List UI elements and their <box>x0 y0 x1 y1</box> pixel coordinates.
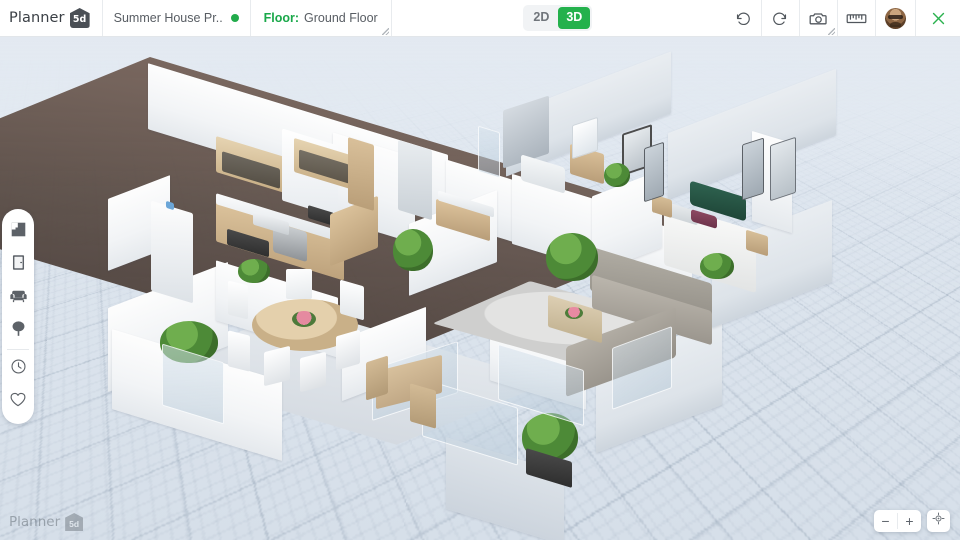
doorway-frame[interactable] <box>348 137 374 211</box>
sidebar-item-rooms[interactable] <box>2 215 34 248</box>
floor-selector[interactable]: Floor: Ground Floor <box>251 0 392 36</box>
hallway-door[interactable] <box>398 139 432 221</box>
dining-chair[interactable] <box>264 345 290 387</box>
view-mode-2d-button[interactable]: 2D <box>525 7 557 29</box>
view-mode-toggle: 2D 3D <box>521 0 594 36</box>
brand-logo[interactable]: Planner 5d <box>0 0 103 36</box>
undo-button[interactable] <box>724 0 763 36</box>
planner5d-app: Planner 5d Summer House Pr... Floor: Gro… <box>0 0 960 540</box>
kitchen-plant[interactable] <box>238 259 270 283</box>
app-header: Planner 5d Summer House Pr... Floor: Gro… <box>0 0 960 37</box>
redo-button[interactable] <box>762 0 801 36</box>
dining-chair[interactable] <box>340 279 364 321</box>
header-spacer-right <box>594 0 724 36</box>
dining-chair[interactable] <box>300 351 326 393</box>
brand-house-badge-icon: 5d <box>69 8 90 28</box>
bathroom-plant[interactable] <box>604 163 630 187</box>
dining-chair[interactable] <box>228 330 250 372</box>
balcony-chair-right[interactable] <box>410 383 436 429</box>
shower-glass-panel[interactable] <box>478 125 500 179</box>
account-button[interactable] <box>876 0 917 36</box>
avatar <box>885 7 907 29</box>
floorplan-model <box>0 37 960 540</box>
recenter-button[interactable] <box>927 510 950 532</box>
balcony-chair-left[interactable] <box>366 355 388 401</box>
close-icon <box>930 10 947 27</box>
watermark-house-badge-icon: 5d <box>65 513 84 531</box>
sidebar-item-furniture[interactable] <box>2 281 34 314</box>
living-room-plant[interactable] <box>546 233 598 281</box>
undo-icon <box>734 10 751 27</box>
sidebar-item-recent[interactable] <box>2 352 34 385</box>
brand-badge-label: 5d <box>72 13 87 25</box>
view-mode-3d-button[interactable]: 3D <box>558 7 591 29</box>
mirror-right[interactable] <box>742 137 764 201</box>
dining-chair[interactable] <box>286 269 312 299</box>
heart-icon <box>9 391 27 413</box>
mirror-left[interactable] <box>644 141 664 203</box>
zoom-controls: − + <box>874 510 950 532</box>
brand-name: Planner <box>9 10 65 26</box>
scene-viewport-3d[interactable]: − + Planner 5d <box>0 37 960 540</box>
project-name: Summer House Pr... <box>113 11 222 25</box>
redo-icon <box>772 10 789 27</box>
panel-resize-grip[interactable] <box>381 28 389 35</box>
snapshot-button[interactable] <box>800 0 839 36</box>
panel-resize-grip[interactable] <box>828 28 836 35</box>
dining-chair[interactable] <box>228 280 248 320</box>
coffee-table-flowers <box>565 307 583 319</box>
sidebar-item-doors-windows[interactable] <box>2 248 34 281</box>
ruler-icon <box>846 10 867 27</box>
bedroom-window[interactable] <box>770 136 796 202</box>
recenter-icon <box>932 512 945 530</box>
tool-rail-divider <box>7 349 29 350</box>
sidebar-item-outdoor-plants[interactable] <box>2 314 34 347</box>
bedroom-plant[interactable] <box>700 253 734 279</box>
floor-label: Floor: <box>263 11 300 25</box>
floorplan-icon <box>10 221 27 243</box>
watermark-brand-name: Planner <box>9 514 61 530</box>
zoom-in-button[interactable]: + <box>898 510 921 532</box>
dining-centerpiece-flowers <box>292 311 316 327</box>
dining-chair[interactable] <box>336 329 360 371</box>
clock-icon <box>10 358 27 380</box>
project-tab[interactable]: Summer House Pr... <box>103 0 251 36</box>
zoom-out-button[interactable]: − <box>874 510 897 532</box>
armchair-icon <box>9 287 28 309</box>
door-icon <box>11 254 26 276</box>
hall-plant-large[interactable] <box>393 229 433 271</box>
refrigerator[interactable] <box>151 200 193 304</box>
saved-indicator-icon <box>230 14 239 22</box>
tool-rail <box>2 209 34 424</box>
measure-button[interactable] <box>838 0 877 36</box>
tree-icon <box>10 319 27 342</box>
sidebar-item-favorites[interactable] <box>2 385 34 418</box>
close-button[interactable] <box>916 0 960 36</box>
watermark: Planner 5d <box>9 513 84 531</box>
header-spacer-left <box>392 0 522 36</box>
floor-value: Ground Floor <box>304 11 378 25</box>
camera-icon <box>809 9 828 28</box>
watermark-badge-label: 5d <box>69 518 80 529</box>
